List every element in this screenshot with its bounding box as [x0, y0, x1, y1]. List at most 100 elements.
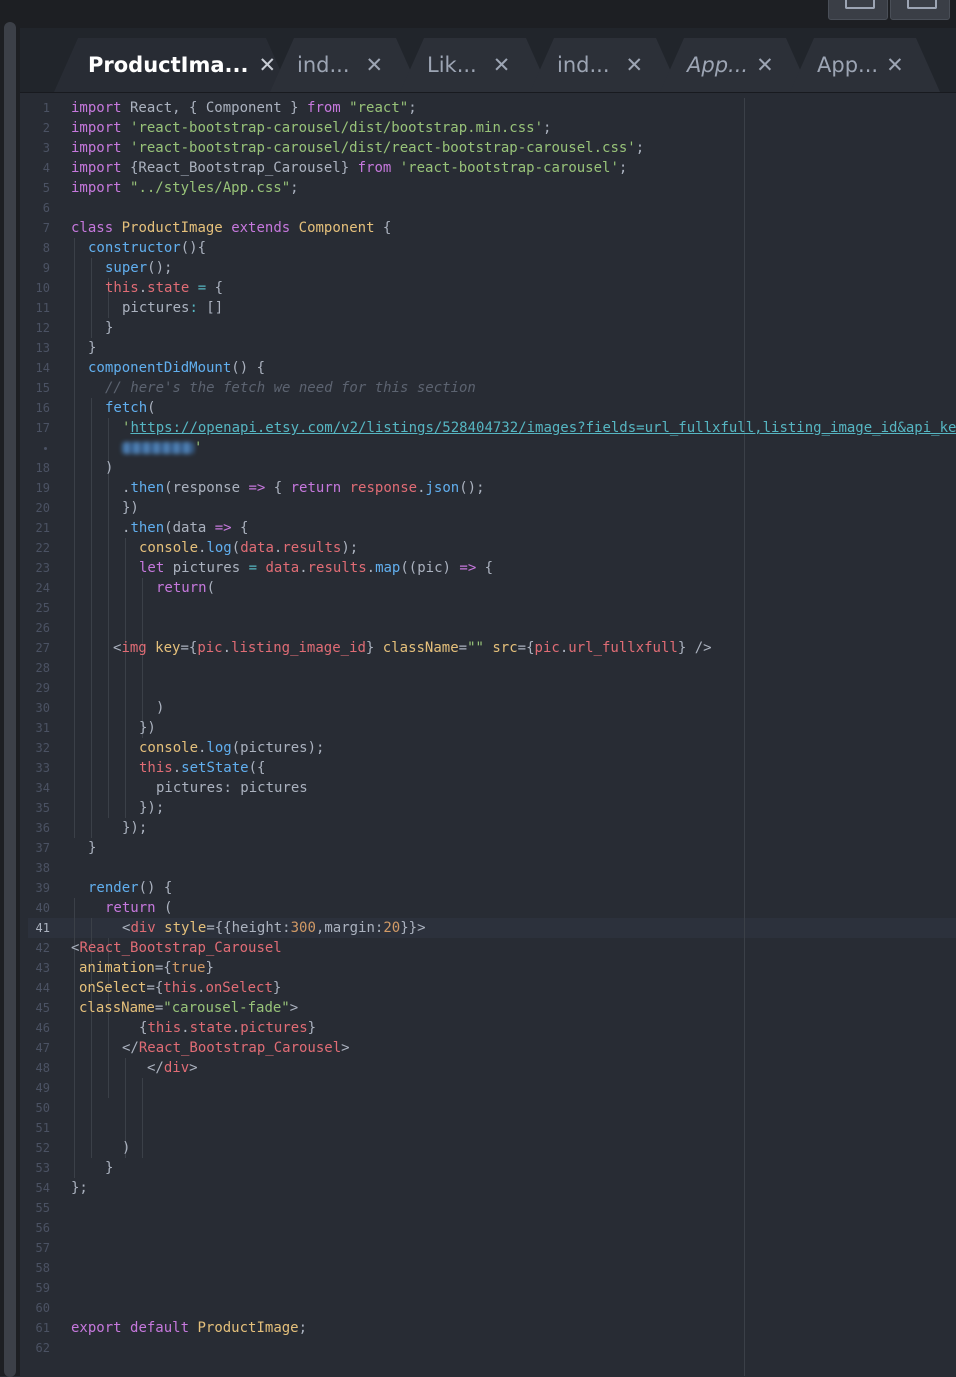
line-number: 5: [42, 181, 50, 195]
line-number: 41: [35, 921, 50, 935]
code-line-8: constructor(){: [88, 240, 207, 256]
indent-guide: [91, 398, 92, 838]
close-icon[interactable]: ✕: [626, 53, 644, 77]
line-number: 30: [35, 701, 50, 715]
tab-productimage[interactable]: ProductIma... ✕: [54, 38, 290, 92]
line-number: 58: [35, 1261, 50, 1275]
code-line-39: render() {: [88, 880, 173, 896]
line-number: 12: [35, 321, 50, 335]
code-line-35: });: [139, 800, 165, 816]
close-icon[interactable]: ✕: [366, 53, 384, 77]
line-number: 25: [35, 601, 50, 615]
title-bar: [0, 0, 956, 28]
line-number: 6: [42, 201, 50, 215]
line-number: 42: [35, 941, 50, 955]
line-number: 21: [35, 521, 50, 535]
scrollbar-thumb[interactable]: [4, 22, 16, 1377]
tab-index-1[interactable]: ind... ✕: [270, 38, 420, 92]
code-area[interactable]: import React, { Component } from "react"…: [71, 98, 956, 1376]
code-line-1: import React, { Component } from "react"…: [71, 100, 417, 116]
line-number: 24: [35, 581, 50, 595]
code-line-2: import 'react-bootstrap-carousel/dist/bo…: [71, 120, 552, 136]
line-number: 29: [35, 681, 50, 695]
code-line-11: pictures: []: [122, 300, 224, 316]
tab-index-2[interactable]: ind... ✕: [530, 38, 680, 92]
close-icon[interactable]: ✕: [493, 53, 511, 77]
minimize-window-button[interactable]: [828, 0, 888, 20]
line-number: 31: [35, 721, 50, 735]
tab-app-1[interactable]: App... ✕: [660, 38, 810, 92]
line-number: 1: [42, 101, 50, 115]
code-line-46: {this.state.pictures}: [139, 1020, 317, 1036]
code-line-5: import "../styles/App.css";: [71, 180, 299, 196]
indent-guide: [108, 418, 109, 818]
code-line-16: fetch(: [105, 400, 156, 416]
line-number: 36: [35, 821, 50, 835]
line-number: 47: [35, 1041, 50, 1055]
code-line-54: };: [71, 1180, 88, 1196]
line-number-gutter: 1 2 3 4 5 6 7 8 9 10 11 12 13 14 15 16 17 18 19 20 21 22 23 24 2…: [28, 98, 60, 1376]
line-number: 22: [35, 541, 50, 555]
line-number: 43: [35, 961, 50, 975]
code-line-20: }): [122, 500, 139, 516]
line-number: 54: [35, 1181, 50, 1195]
code-line-3: import 'react-bootstrap-carousel/dist/re…: [71, 140, 645, 156]
code-line-22: console.log(data.results);: [139, 540, 359, 556]
code-line-7: class ProductImage extends Component {: [71, 220, 392, 236]
line-number: 17: [35, 421, 50, 435]
indent-guide: [125, 538, 126, 818]
code-line-30: ): [156, 700, 165, 716]
close-icon[interactable]: ✕: [258, 53, 276, 77]
tab-like[interactable]: Lik... ✕: [400, 38, 550, 92]
code-line-40: return (: [105, 900, 173, 916]
code-line-9: super();: [105, 260, 173, 276]
line-number: 27: [35, 641, 50, 655]
line-number: 61: [35, 1321, 50, 1335]
line-number: 11: [35, 301, 50, 315]
line-number: 7: [42, 221, 50, 235]
line-number: 59: [35, 1281, 50, 1295]
line-number: 52: [35, 1141, 50, 1155]
line-number: 32: [35, 741, 50, 755]
close-icon[interactable]: ✕: [886, 53, 904, 77]
code-line-21: .then(data => {: [122, 520, 249, 536]
minimize-icon: [845, 0, 875, 9]
line-number: 35: [35, 801, 50, 815]
line-number: 60: [35, 1301, 50, 1315]
line-number: 53: [35, 1161, 50, 1175]
code-editor[interactable]: 1 2 3 4 5 6 7 8 9 10 11 12 13 14 15 16 17 18 19 20 21 22 23 24 2…: [28, 98, 956, 1376]
line-number: 44: [35, 981, 50, 995]
line-number: 57: [35, 1241, 50, 1255]
tab-app-2[interactable]: App... ✕: [790, 38, 940, 92]
code-line-24: return(: [156, 580, 216, 596]
soft-wrap-indicator: [44, 447, 47, 450]
line-number: 34: [35, 781, 50, 795]
tab-bar: ProductIma... ✕ ind... ✕ Lik... ✕ ind...…: [20, 28, 956, 93]
code-line-31: }): [139, 720, 156, 736]
line-number: 19: [35, 481, 50, 495]
code-line-44: onSelect={this.onSelect}: [79, 980, 282, 996]
line-number: 62: [35, 1341, 50, 1355]
code-line-23: let pictures = data.results.map((pic) =>…: [139, 560, 494, 576]
line-number: 3: [42, 141, 50, 155]
tab-label: ind...: [297, 53, 350, 77]
line-number: 9: [42, 261, 50, 275]
indent-guide: [74, 238, 75, 838]
code-line-12: }: [105, 320, 114, 336]
code-line-41: <div style={{height:300,margin:20}}>: [122, 920, 426, 936]
maximize-window-button[interactable]: [890, 0, 950, 20]
code-line-15: // here's the fetch we need for this sec…: [105, 380, 476, 396]
code-line-48: </div>: [147, 1060, 198, 1076]
line-number: 10: [35, 281, 50, 295]
code-line-13: }: [88, 340, 97, 356]
line-number: 46: [35, 1021, 50, 1035]
left-scrollbar[interactable]: [0, 14, 20, 1377]
line-number: 14: [35, 361, 50, 375]
line-number: 2: [42, 121, 50, 135]
code-line-53: }: [105, 1160, 114, 1176]
tab-label: ind...: [557, 53, 610, 77]
line-number: 51: [35, 1121, 50, 1135]
code-line-45: className="carousel-fade">: [79, 1000, 299, 1016]
code-line-19: .then(response => { return response.json…: [122, 480, 485, 496]
close-icon[interactable]: ✕: [756, 53, 774, 77]
